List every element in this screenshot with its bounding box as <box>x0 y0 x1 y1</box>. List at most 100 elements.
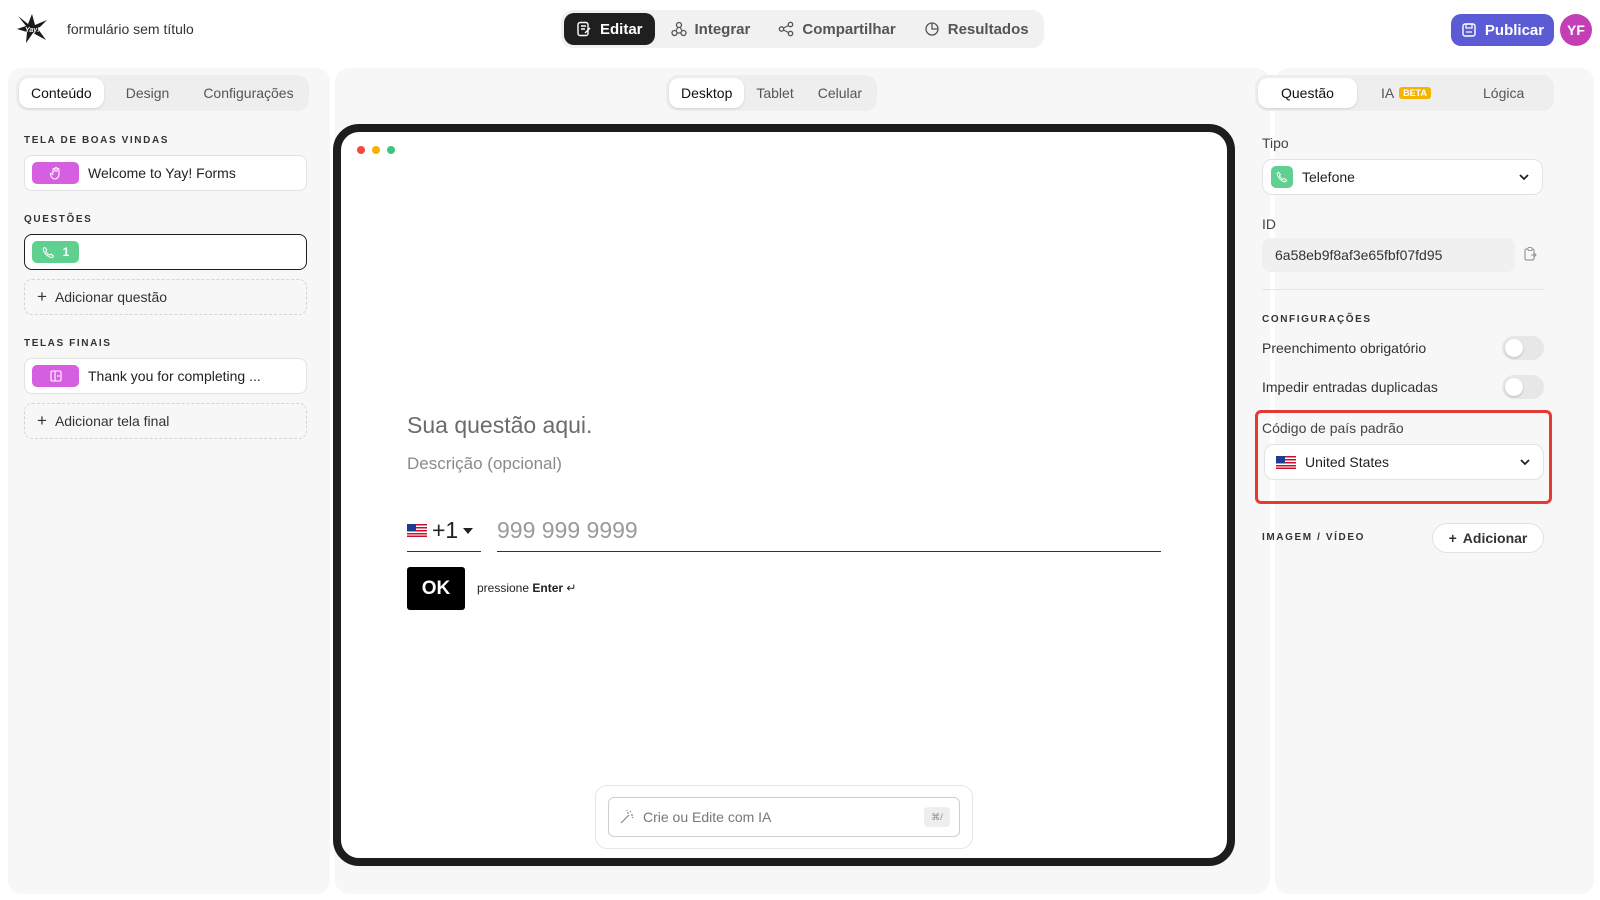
type-chip <box>1271 166 1293 188</box>
endings-section-label: TELAS FINAIS <box>24 338 112 349</box>
welcome-item-label: Welcome to Yay! Forms <box>88 165 236 181</box>
plus-icon: + <box>1448 530 1457 546</box>
tab-editar[interactable]: Editar <box>564 13 655 45</box>
add-ending-label: Adicionar tela final <box>54 413 170 429</box>
yay-logo-icon[interactable]: Yay! <box>14 10 50 46</box>
question-chip: 1 <box>32 241 79 263</box>
country-code-label: Código de país padrão <box>1262 420 1404 436</box>
tab-conteudo[interactable]: Conteúdo <box>19 78 104 108</box>
ok-button[interactable]: OK <box>407 567 465 610</box>
questions-section-label: QUESTÕES <box>24 214 93 225</box>
ai-shortcut-badge: ⌘/ <box>924 807 950 827</box>
phone-icon <box>42 246 54 258</box>
hint-key: Enter <box>532 581 564 595</box>
welcome-section-label: TELA DE BOAS VINDAS <box>24 135 170 146</box>
user-avatar[interactable]: YF <box>1560 14 1592 46</box>
publish-button[interactable]: Publicar <box>1451 14 1554 46</box>
tab-questao[interactable]: Questão <box>1258 78 1357 108</box>
tab-label: Compartilhar <box>802 20 896 38</box>
question-description[interactable]: Descrição (opcional) <box>407 454 562 474</box>
tab-ia-label: IA <box>1380 85 1395 101</box>
red-dot-icon <box>357 146 365 154</box>
ai-prompt-container: Crie ou Edite com IA ⌘/ <box>595 785 973 849</box>
tab-label: Resultados <box>947 20 1029 38</box>
ai-prompt-input[interactable]: Crie ou Edite com IA ⌘/ <box>608 797 960 837</box>
left-panel-tabs: Conteúdo Design Configurações <box>16 75 309 111</box>
country-select[interactable]: United States <box>1264 444 1544 480</box>
plus-icon: + <box>37 287 47 306</box>
required-label: Preenchimento obrigatório <box>1262 340 1427 356</box>
ending-item-label: Thank you for completing ... <box>88 368 261 384</box>
add-ending-button[interactable]: + Adicionar tela final <box>24 403 307 439</box>
tab-logica[interactable]: Lógica <box>1471 78 1536 108</box>
required-toggle[interactable] <box>1502 336 1544 360</box>
exit-door-icon <box>49 370 62 382</box>
id-label: ID <box>1262 216 1276 232</box>
dedupe-label: Impedir entradas duplicadas <box>1262 379 1438 395</box>
tab-tablet[interactable]: Tablet <box>744 78 805 108</box>
device-tabs: Desktop Tablet Celular <box>666 75 878 111</box>
beta-badge: BETA <box>1399 87 1432 99</box>
add-question-label: Adicionar questão <box>54 289 168 305</box>
tab-celular[interactable]: Celular <box>806 78 874 108</box>
edit-icon <box>577 21 591 37</box>
tab-label: Integrar <box>694 20 751 38</box>
tab-compartilhar[interactable]: Compartilhar <box>766 13 907 45</box>
chevron-down-icon <box>1519 174 1529 181</box>
country-code: +1 <box>432 517 459 543</box>
media-section-label: IMAGEM / VÍDEO <box>1262 532 1365 543</box>
share-icon <box>779 21 794 37</box>
question-title[interactable]: Sua questão aqui. <box>407 412 592 439</box>
question-item[interactable]: 1 <box>24 234 307 270</box>
phone-number-input[interactable]: 999 999 9999 <box>497 510 1161 552</box>
question-number: 1 <box>62 245 70 259</box>
id-field[interactable]: 6a58eb9f8af3e65fbf07fd95 <box>1262 238 1515 272</box>
enter-icon: ↵ <box>566 581 577 595</box>
us-flag-icon <box>1276 455 1296 469</box>
add-media-label: Adicionar <box>1462 530 1528 546</box>
ending-screen-item[interactable]: Thank you for completing ... <box>24 358 307 394</box>
ending-chip <box>32 365 79 387</box>
type-select[interactable]: Telefone <box>1262 159 1543 195</box>
tab-configuracoes[interactable]: Configurações <box>191 78 305 108</box>
window-dots <box>357 146 395 154</box>
plus-icon: + <box>37 411 47 430</box>
settings-section-label: CONFIGURAÇÕES <box>1262 314 1372 325</box>
phone-icon <box>1276 171 1288 183</box>
left-panel: Conteúdo Design Configurações TELA DE BO… <box>8 68 330 894</box>
top-bar: Yay! formulário sem título Editar Integr… <box>0 0 1600 60</box>
mode-tabs: Editar Integrar Compartilhar Resultados <box>561 10 1044 48</box>
yellow-dot-icon <box>372 146 380 154</box>
tab-label: Editar <box>600 20 643 38</box>
magic-wand-icon <box>620 810 634 824</box>
type-label: Tipo <box>1262 135 1289 151</box>
hint-prefix: pressione <box>477 581 530 595</box>
country-value: United States <box>1305 454 1390 470</box>
integrate-icon <box>670 21 687 37</box>
us-flag-icon <box>407 524 427 537</box>
hand-wave-icon <box>49 166 60 180</box>
copy-icon[interactable] <box>1522 246 1538 262</box>
save-icon <box>1462 23 1476 37</box>
right-panel-tabs: Questão IA BETA Lógica <box>1255 75 1554 111</box>
dedupe-setting-row: Impedir entradas duplicadas <box>1262 375 1544 399</box>
chevron-down-icon <box>1520 459 1530 466</box>
dedupe-toggle[interactable] <box>1502 375 1544 399</box>
welcome-chip <box>32 162 79 184</box>
required-setting-row: Preenchimento obrigatório <box>1262 336 1544 360</box>
form-title[interactable]: formulário sem título <box>67 21 194 37</box>
add-media-button[interactable]: + Adicionar <box>1432 523 1544 553</box>
publish-label: Publicar <box>1484 21 1545 39</box>
country-code-picker[interactable]: +1 <box>407 510 481 552</box>
svg-text:Yay!: Yay! <box>25 27 40 34</box>
tab-resultados[interactable]: Resultados <box>912 13 1041 45</box>
welcome-screen-item[interactable]: Welcome to Yay! Forms <box>24 155 307 191</box>
tab-desktop[interactable]: Desktop <box>669 78 745 108</box>
caret-down-icon <box>463 527 474 534</box>
tab-integrar[interactable]: Integrar <box>659 13 763 45</box>
section-divider <box>1262 289 1544 290</box>
enter-hint: pressione Enter ↵ <box>477 581 576 595</box>
add-question-button[interactable]: + Adicionar questão <box>24 279 307 315</box>
tab-design[interactable]: Design <box>114 78 182 108</box>
tab-ia[interactable]: IA BETA <box>1369 78 1443 108</box>
